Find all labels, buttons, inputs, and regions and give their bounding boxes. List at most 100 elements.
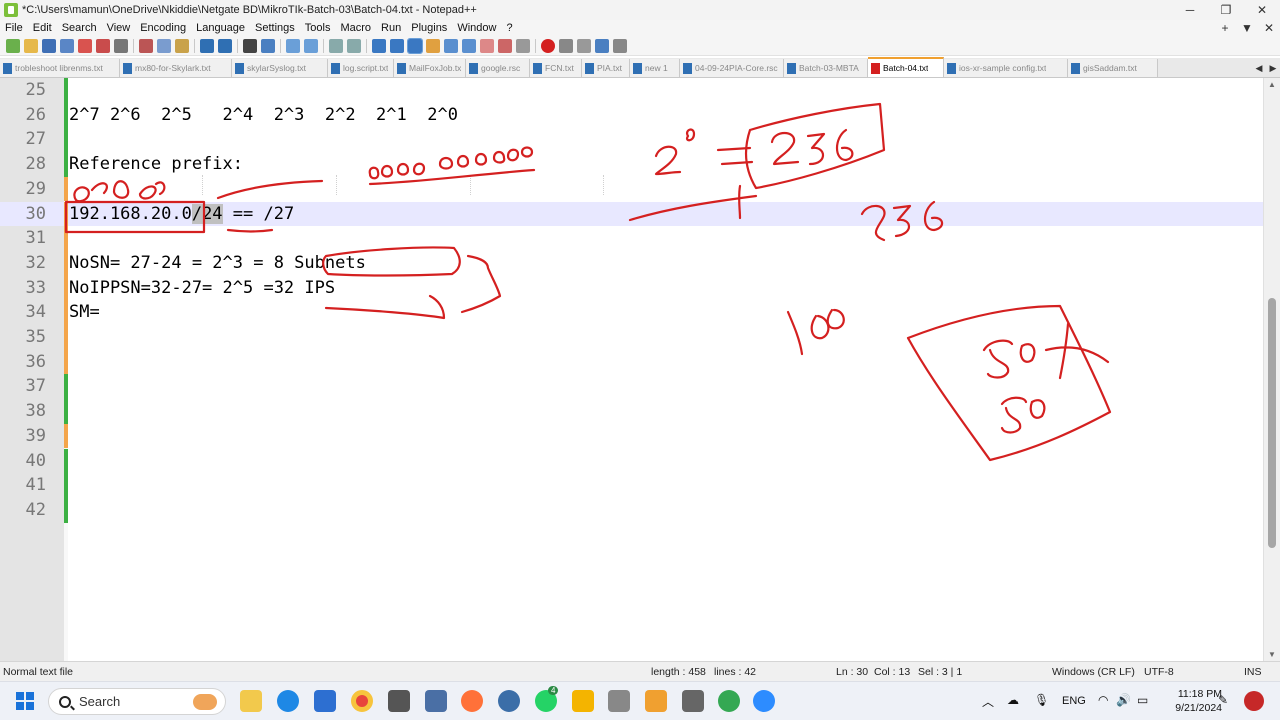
- slides-icon[interactable]: [572, 690, 594, 712]
- sync-h-scroll-icon[interactable]: [347, 38, 361, 53]
- taskbar-search[interactable]: Search: [48, 688, 226, 715]
- indent-guide-icon[interactable]: [407, 37, 423, 54]
- editor-line[interactable]: 33 NoIPPSN=32-27= 2^5 =32 IPS: [0, 275, 1280, 301]
- taskbar-clock[interactable]: 11:18 PM 9/21/2024: [1175, 687, 1222, 715]
- wifi-icon[interactable]: ◠: [1098, 693, 1108, 707]
- menu-language[interactable]: Language: [191, 22, 250, 34]
- close-tab-button[interactable]: ✕: [1258, 21, 1280, 35]
- editor-line[interactable]: 38: [0, 399, 1280, 424]
- onedrive-icon[interactable]: ☁: [1007, 693, 1019, 707]
- tab-document[interactable]: PIA.txt: [582, 59, 630, 77]
- word-wrap-icon[interactable]: [372, 38, 386, 53]
- zoom-out-icon[interactable]: [304, 38, 318, 53]
- menu-help[interactable]: ?: [501, 22, 517, 34]
- file-explorer-icon[interactable]: [240, 690, 262, 712]
- play-macro-icon[interactable]: [577, 38, 591, 53]
- editor-line[interactable]: 27: [0, 127, 1280, 153]
- menu-run[interactable]: Run: [376, 22, 406, 34]
- eye-icon[interactable]: [516, 38, 530, 53]
- notepadpp-taskbar-icon[interactable]: [645, 690, 667, 712]
- menu-settings[interactable]: Settings: [250, 22, 300, 34]
- menu-search[interactable]: Search: [57, 22, 102, 34]
- tab-document[interactable]: google.rsc: [466, 59, 530, 77]
- scroll-up-icon[interactable]: ▲: [1264, 80, 1280, 89]
- calculator-icon[interactable]: [608, 690, 630, 712]
- tab-document[interactable]: log.script.txt: [328, 59, 394, 77]
- open-file-icon[interactable]: [24, 38, 38, 53]
- tab-list-button[interactable]: ▼: [1236, 21, 1258, 35]
- tab-document[interactable]: Batch-03-MBTA: [784, 59, 868, 77]
- editor-area[interactable]: 25 26 2^7 2^6 2^5 2^4 2^3 2^2 2^1 2^0 27 28 R…: [0, 78, 1280, 661]
- menu-window[interactable]: Window: [452, 22, 501, 34]
- editor-line[interactable]: 29: [0, 176, 1280, 202]
- doc-map-icon[interactable]: [444, 38, 458, 53]
- editor-line[interactable]: 39: [0, 423, 1280, 449]
- editor-line[interactable]: 34 SM=: [0, 300, 1280, 325]
- editor-line[interactable]: 36: [0, 349, 1280, 375]
- menu-macro[interactable]: Macro: [335, 22, 376, 34]
- battery-icon[interactable]: ▭: [1137, 693, 1148, 707]
- editor-line[interactable]: 41: [0, 473, 1280, 498]
- tab-document[interactable]: gisSaddam.txt: [1068, 59, 1158, 77]
- close-file-icon[interactable]: [78, 38, 92, 53]
- tab-document[interactable]: trobleshoot librenms.txt: [0, 59, 120, 77]
- maximize-button[interactable]: ❐: [1208, 0, 1244, 20]
- winbox-icon[interactable]: [388, 690, 410, 712]
- tab-document[interactable]: new 1: [630, 59, 680, 77]
- menu-file[interactable]: File: [0, 22, 28, 34]
- copy-icon[interactable]: [157, 38, 171, 53]
- chrome-profile-icon[interactable]: [718, 690, 740, 712]
- edge-icon[interactable]: [277, 690, 299, 712]
- tab-document[interactable]: skylarSyslog.txt: [232, 59, 328, 77]
- new-file-icon[interactable]: [6, 38, 20, 53]
- cut-icon[interactable]: [139, 38, 153, 53]
- menu-plugins[interactable]: Plugins: [406, 22, 452, 34]
- close-all-icon[interactable]: [96, 38, 110, 53]
- tab-document[interactable]: Batch-04.txt: [868, 57, 944, 77]
- tab-document[interactable]: 04-09-24PIA-Core.rsc: [680, 59, 784, 77]
- folder-as-workspace-icon[interactable]: [480, 38, 494, 53]
- editor-line[interactable]: 40: [0, 448, 1280, 474]
- zoom-in-icon[interactable]: [286, 38, 300, 53]
- scrollbar-thumb[interactable]: [1268, 298, 1276, 548]
- vertical-scrollbar[interactable]: ▲ ▼: [1263, 78, 1280, 661]
- tab-document[interactable]: ios-xr-sample config.txt: [944, 59, 1068, 77]
- firefox-icon[interactable]: [461, 690, 483, 712]
- stop-macro-icon[interactable]: [559, 38, 573, 53]
- language-indicator[interactable]: ENG: [1062, 695, 1086, 707]
- editor-line[interactable]: 35: [0, 325, 1280, 350]
- ms-store-icon[interactable]: [314, 690, 336, 712]
- menu-view[interactable]: View: [102, 22, 136, 34]
- tab-document[interactable]: FCN.txt: [530, 59, 582, 77]
- editor-line[interactable]: 26 2^7 2^6 2^5 2^4 2^3 2^2 2^1 2^0: [0, 102, 1280, 128]
- record-macro-icon[interactable]: [541, 38, 555, 53]
- editor-line[interactable]: 30 192.168.20.0/24 == /27: [0, 201, 1280, 227]
- tab-document[interactable]: mx80-for-Skylark.txt: [120, 59, 232, 77]
- editor-line[interactable]: 37: [0, 374, 1280, 400]
- tab-scroll-right-icon[interactable]: ▶: [1266, 63, 1280, 74]
- new-tab-button[interactable]: +: [1214, 21, 1236, 35]
- editor-line[interactable]: 25: [0, 78, 1280, 103]
- menu-tools[interactable]: Tools: [300, 22, 336, 34]
- menu-edit[interactable]: Edit: [28, 22, 57, 34]
- find-icon[interactable]: [243, 38, 257, 53]
- network-tool-icon[interactable]: [425, 690, 447, 712]
- show-all-chars-icon[interactable]: [390, 38, 404, 53]
- editor-line[interactable]: 31: [0, 226, 1280, 251]
- sync-v-scroll-icon[interactable]: [329, 38, 343, 53]
- redo-icon[interactable]: [218, 38, 232, 53]
- save-macro-icon[interactable]: [613, 38, 627, 53]
- thunderbird-icon[interactable]: [498, 690, 520, 712]
- function-list-icon[interactable]: [462, 38, 476, 53]
- paste-icon[interactable]: [175, 38, 189, 53]
- volume-icon[interactable]: 🔊: [1116, 693, 1131, 707]
- windows-start-icon[interactable]: [16, 692, 34, 710]
- tab-scroll-left-icon[interactable]: ◀: [1252, 63, 1266, 74]
- chrome-icon[interactable]: [351, 690, 373, 712]
- replace-icon[interactable]: [261, 38, 275, 53]
- editor-line[interactable]: 42: [0, 497, 1280, 523]
- print-icon[interactable]: [114, 38, 128, 53]
- profile-avatar[interactable]: [1244, 691, 1264, 711]
- close-button[interactable]: ✕: [1244, 0, 1280, 20]
- minimize-button[interactable]: ─: [1172, 0, 1208, 20]
